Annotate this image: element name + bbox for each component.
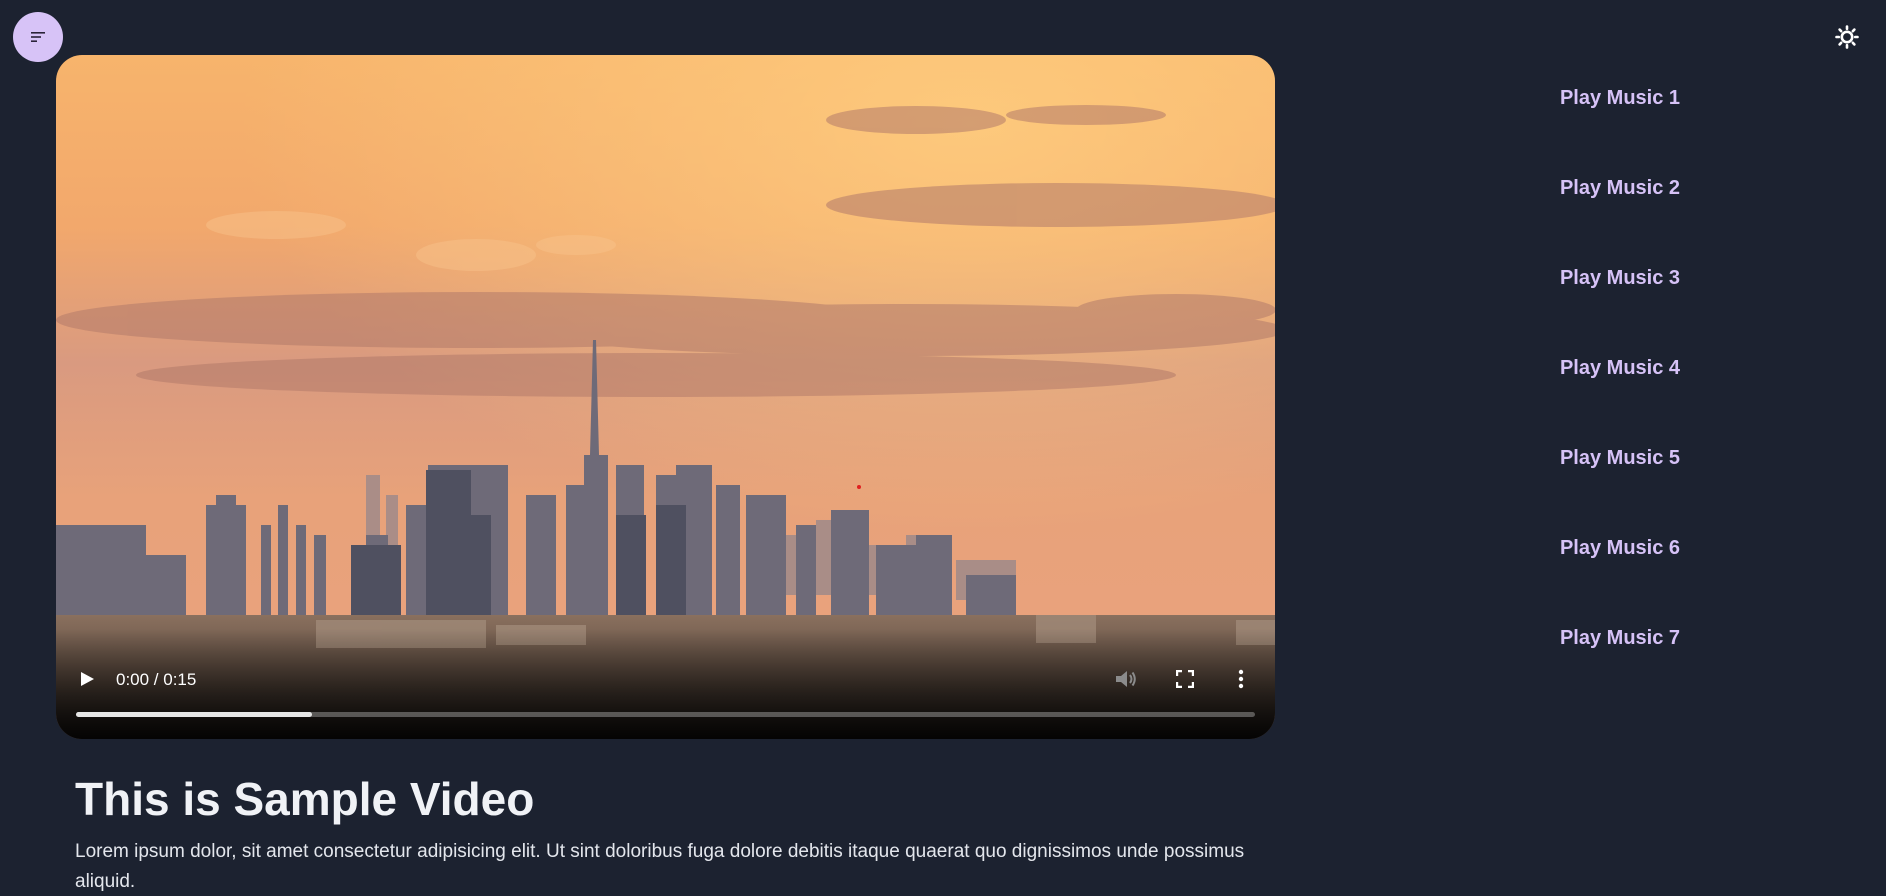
more-vertical-icon bbox=[1238, 669, 1244, 689]
sun-icon bbox=[1835, 25, 1859, 49]
play-button[interactable] bbox=[74, 666, 100, 692]
progress-bar-fill bbox=[76, 712, 312, 717]
music-playlist: Play Music 1 Play Music 2 Play Music 3 P… bbox=[1520, 80, 1720, 710]
time-display: 0:00 / 0:15 bbox=[116, 670, 197, 689]
playlist-item: Play Music 5 bbox=[1520, 440, 1720, 530]
controls-overlay bbox=[56, 629, 1275, 739]
video-description: Lorem ipsum dolor, sit amet consectetur … bbox=[75, 841, 1245, 892]
volume-button[interactable] bbox=[1112, 666, 1140, 692]
play-music-button[interactable]: Play Music 6 bbox=[1560, 537, 1680, 560]
playlist-item: Play Music 2 bbox=[1520, 170, 1720, 260]
sort-lines-icon bbox=[31, 32, 45, 42]
playlist-item: Play Music 1 bbox=[1520, 80, 1720, 170]
fullscreen-icon bbox=[1176, 670, 1194, 688]
play-music-button[interactable]: Play Music 2 bbox=[1560, 177, 1680, 200]
video-player[interactable]: 0:00 / 0:15 bbox=[56, 55, 1275, 739]
more-options-button[interactable] bbox=[1233, 666, 1249, 692]
theme-toggle-button[interactable] bbox=[1834, 24, 1860, 50]
app-page: 0:00 / 0:15 This is Sample Video Lorem i… bbox=[0, 0, 1886, 896]
playlist-item: Play Music 4 bbox=[1520, 350, 1720, 440]
progress-bar[interactable] bbox=[76, 712, 1255, 717]
play-music-button[interactable]: Play Music 7 bbox=[1560, 627, 1680, 650]
volume-icon bbox=[1116, 671, 1136, 687]
video-title: This is Sample Video bbox=[75, 773, 535, 825]
playlist-item: Play Music 7 bbox=[1520, 620, 1720, 710]
play-icon bbox=[81, 672, 94, 686]
play-music-button[interactable]: Play Music 1 bbox=[1560, 87, 1680, 110]
play-music-button[interactable]: Play Music 4 bbox=[1560, 357, 1680, 380]
play-music-button[interactable]: Play Music 3 bbox=[1560, 267, 1680, 290]
playlist-item: Play Music 6 bbox=[1520, 530, 1720, 620]
fullscreen-button[interactable] bbox=[1172, 666, 1198, 692]
play-music-button[interactable]: Play Music 5 bbox=[1560, 447, 1680, 470]
playlist-item: Play Music 3 bbox=[1520, 260, 1720, 350]
